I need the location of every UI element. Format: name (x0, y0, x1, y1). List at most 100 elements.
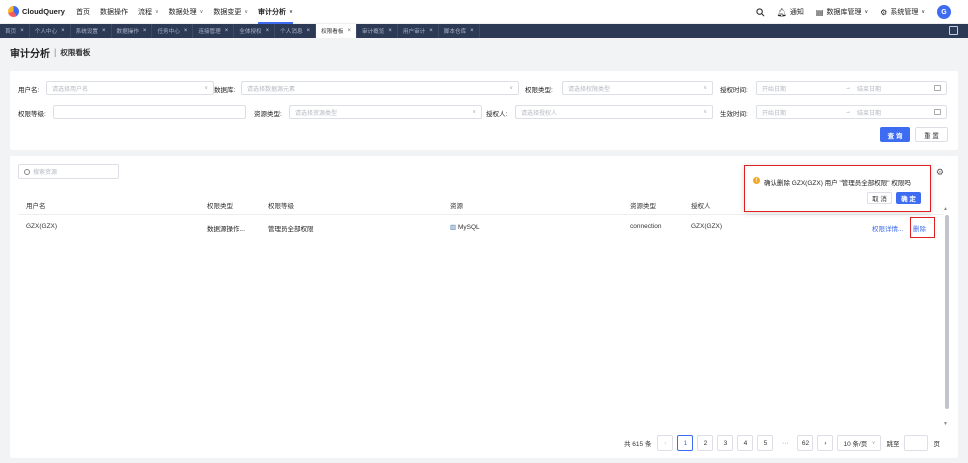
next-page-button[interactable]: › (817, 435, 834, 451)
tab-10[interactable]: 用户审计 × (398, 24, 439, 38)
nav-item-1[interactable]: 数据操作 (100, 0, 128, 24)
pagination: 共 615 条 ‹ 12345 ··· 62 › 10 条/页 ∨ 跳至 页 (624, 435, 940, 451)
page-2-button[interactable]: 2 (697, 435, 714, 451)
page-size-select[interactable]: 10 条/页 ∨ (837, 435, 882, 451)
app-logo[interactable]: CloudQuery (8, 6, 76, 17)
tab-1[interactable]: 个人中心 × (30, 24, 71, 38)
search-icon[interactable] (756, 7, 765, 17)
resource-search-input[interactable]: 搜索资源 (18, 164, 119, 179)
effect-time-range[interactable]: 开始日期 → 结束日期 (756, 105, 947, 119)
gear-icon: ⚙ (880, 7, 888, 17)
notification-button[interactable]: 🔔︎ 通知 (777, 7, 804, 17)
query-button[interactable]: 查 询 (880, 127, 910, 142)
tab-label: 权限看板 (321, 29, 344, 35)
chevron-down-icon: ∨ (155, 8, 159, 15)
res-type-label: 资源类型: (254, 111, 282, 118)
grantor-label: 授权人: (486, 111, 508, 118)
scroll-down-arrow-icon[interactable]: ▼ (943, 421, 948, 427)
scroll-up-arrow-icon[interactable]: ▲ (943, 206, 948, 212)
confirm-ok-button[interactable]: 确 定 (896, 192, 921, 204)
tab-4[interactable]: 任务中心 × (152, 24, 194, 38)
grantor-select[interactable]: 请选择授权人 ∨ (515, 105, 713, 119)
col-resource: 资源 (450, 203, 463, 210)
tab-2[interactable]: 系统设置 × (71, 24, 112, 38)
tab-label: 全体授权 (239, 29, 262, 35)
close-icon[interactable]: × (429, 28, 433, 34)
close-icon[interactable]: × (225, 28, 229, 34)
page-ellipsis[interactable]: ··· (777, 440, 793, 447)
close-icon[interactable]: × (266, 28, 270, 34)
db-manage-menu[interactable]: ▤ 数据库管理 ∨ (816, 7, 868, 17)
cloudquery-logo-icon (8, 6, 19, 17)
page-3-button[interactable]: 3 (717, 435, 734, 451)
res-type-select[interactable]: 请选择资源类型 ∨ (289, 105, 482, 119)
database-label: 数据库: (214, 87, 236, 94)
close-icon[interactable]: × (184, 28, 188, 34)
grant-end-placeholder: 结束日期 (857, 86, 882, 93)
prev-page-button[interactable]: ‹ (657, 435, 674, 451)
close-icon[interactable]: × (20, 28, 24, 34)
reset-button[interactable]: 重 置 (915, 127, 948, 142)
tab-9[interactable]: 审计概览 × (357, 24, 398, 38)
tab-11[interactable]: 脚本仓库 × (439, 24, 480, 38)
grant-time-label: 授权时间: (720, 87, 748, 94)
bell-icon: 🔔︎ (776, 7, 787, 17)
tab-6[interactable]: 全体授权 × (234, 24, 276, 38)
col-res-type: 资源类型 (630, 203, 656, 210)
nav-item-3[interactable]: 数据处理 ∨ (169, 0, 204, 24)
confirm-message: 确认删除 GZX(GZX) 用户 "管理员全部权限" 权限吗 (764, 180, 911, 187)
close-icon[interactable]: × (61, 28, 65, 34)
tab-0[interactable]: 首页 × (0, 24, 30, 38)
user-avatar[interactable]: G (937, 5, 951, 19)
confirm-cancel-button[interactable]: 取 消 (867, 192, 892, 204)
tab-label: 首页 (5, 29, 17, 35)
nav-item-label: 数据处理 (168, 8, 197, 16)
page-5-button[interactable]: 5 (757, 435, 774, 451)
page-title: 审计分析 (10, 48, 50, 60)
nav-item-label: 流程 (138, 8, 152, 16)
grant-time-range[interactable]: 开始日期 → 结束日期 (756, 81, 947, 95)
tab-menu-icon[interactable] (949, 26, 958, 35)
breadcrumb: 审计分析 | 权限看板 (10, 45, 90, 60)
close-icon[interactable]: × (347, 28, 351, 34)
sys-manage-menu[interactable]: ⚙ 系统管理 ∨ (880, 7, 925, 17)
chevron-down-icon: ∨ (204, 85, 208, 91)
table-settings-gear-icon[interactable]: ⚙ (936, 167, 944, 178)
col-perm-type: 权限类型 (207, 203, 233, 210)
tab-label: 脚本仓库 (443, 29, 467, 35)
close-icon[interactable]: × (307, 28, 311, 34)
jump-page-input[interactable] (904, 435, 929, 451)
perm-detail-link[interactable]: 权限详情... (872, 223, 903, 233)
col-perm-level: 权限等级 (268, 203, 294, 210)
calendar-icon (934, 109, 941, 115)
username-select[interactable]: 请选择用户名 ∨ (46, 81, 214, 95)
perm-level-input[interactable] (53, 105, 246, 119)
scrollbar-thumb[interactable] (945, 215, 949, 409)
nav-item-0[interactable]: 首页 (76, 0, 90, 24)
table-scrollbar[interactable] (945, 215, 950, 409)
perm-type-select[interactable]: 请选择权限类型 ∨ (562, 81, 713, 95)
nav-item-4[interactable]: 数据变更 ∨ (213, 0, 248, 24)
tab-8[interactable]: 权限看板 × (316, 24, 357, 38)
tab-7[interactable]: 个人消息 × (275, 24, 317, 38)
page-last[interactable]: 62 (797, 435, 814, 451)
nav-item-5[interactable]: 审计分析 ∨ (258, 0, 294, 24)
database-select[interactable]: 请选择数据源元素 ∨ (241, 81, 519, 95)
tab-3[interactable]: 数据操作 × (112, 24, 153, 38)
cell-resource-name: MySQL (457, 224, 480, 231)
nav-item-2[interactable]: 流程 ∨ (138, 0, 159, 24)
close-icon[interactable]: × (388, 28, 392, 34)
delete-highlight-box (910, 217, 935, 238)
chevron-down-icon: ∨ (509, 85, 513, 91)
nav-item-label: 首页 (76, 8, 90, 16)
cell-perm-type: 数据源操作... (207, 226, 245, 233)
perm-type-placeholder: 请选择权限类型 (568, 86, 611, 93)
page-4-button[interactable]: 4 (737, 435, 754, 451)
page-1-button[interactable]: 1 (677, 435, 694, 451)
close-icon[interactable]: × (470, 28, 474, 34)
database-placeholder: 请选择数据源元素 (247, 86, 296, 93)
db-manage-label: 数据库管理 (826, 9, 862, 16)
close-icon[interactable]: × (102, 28, 106, 34)
tab-5[interactable]: 连接管理 × (193, 24, 235, 38)
close-icon[interactable]: × (143, 28, 147, 34)
